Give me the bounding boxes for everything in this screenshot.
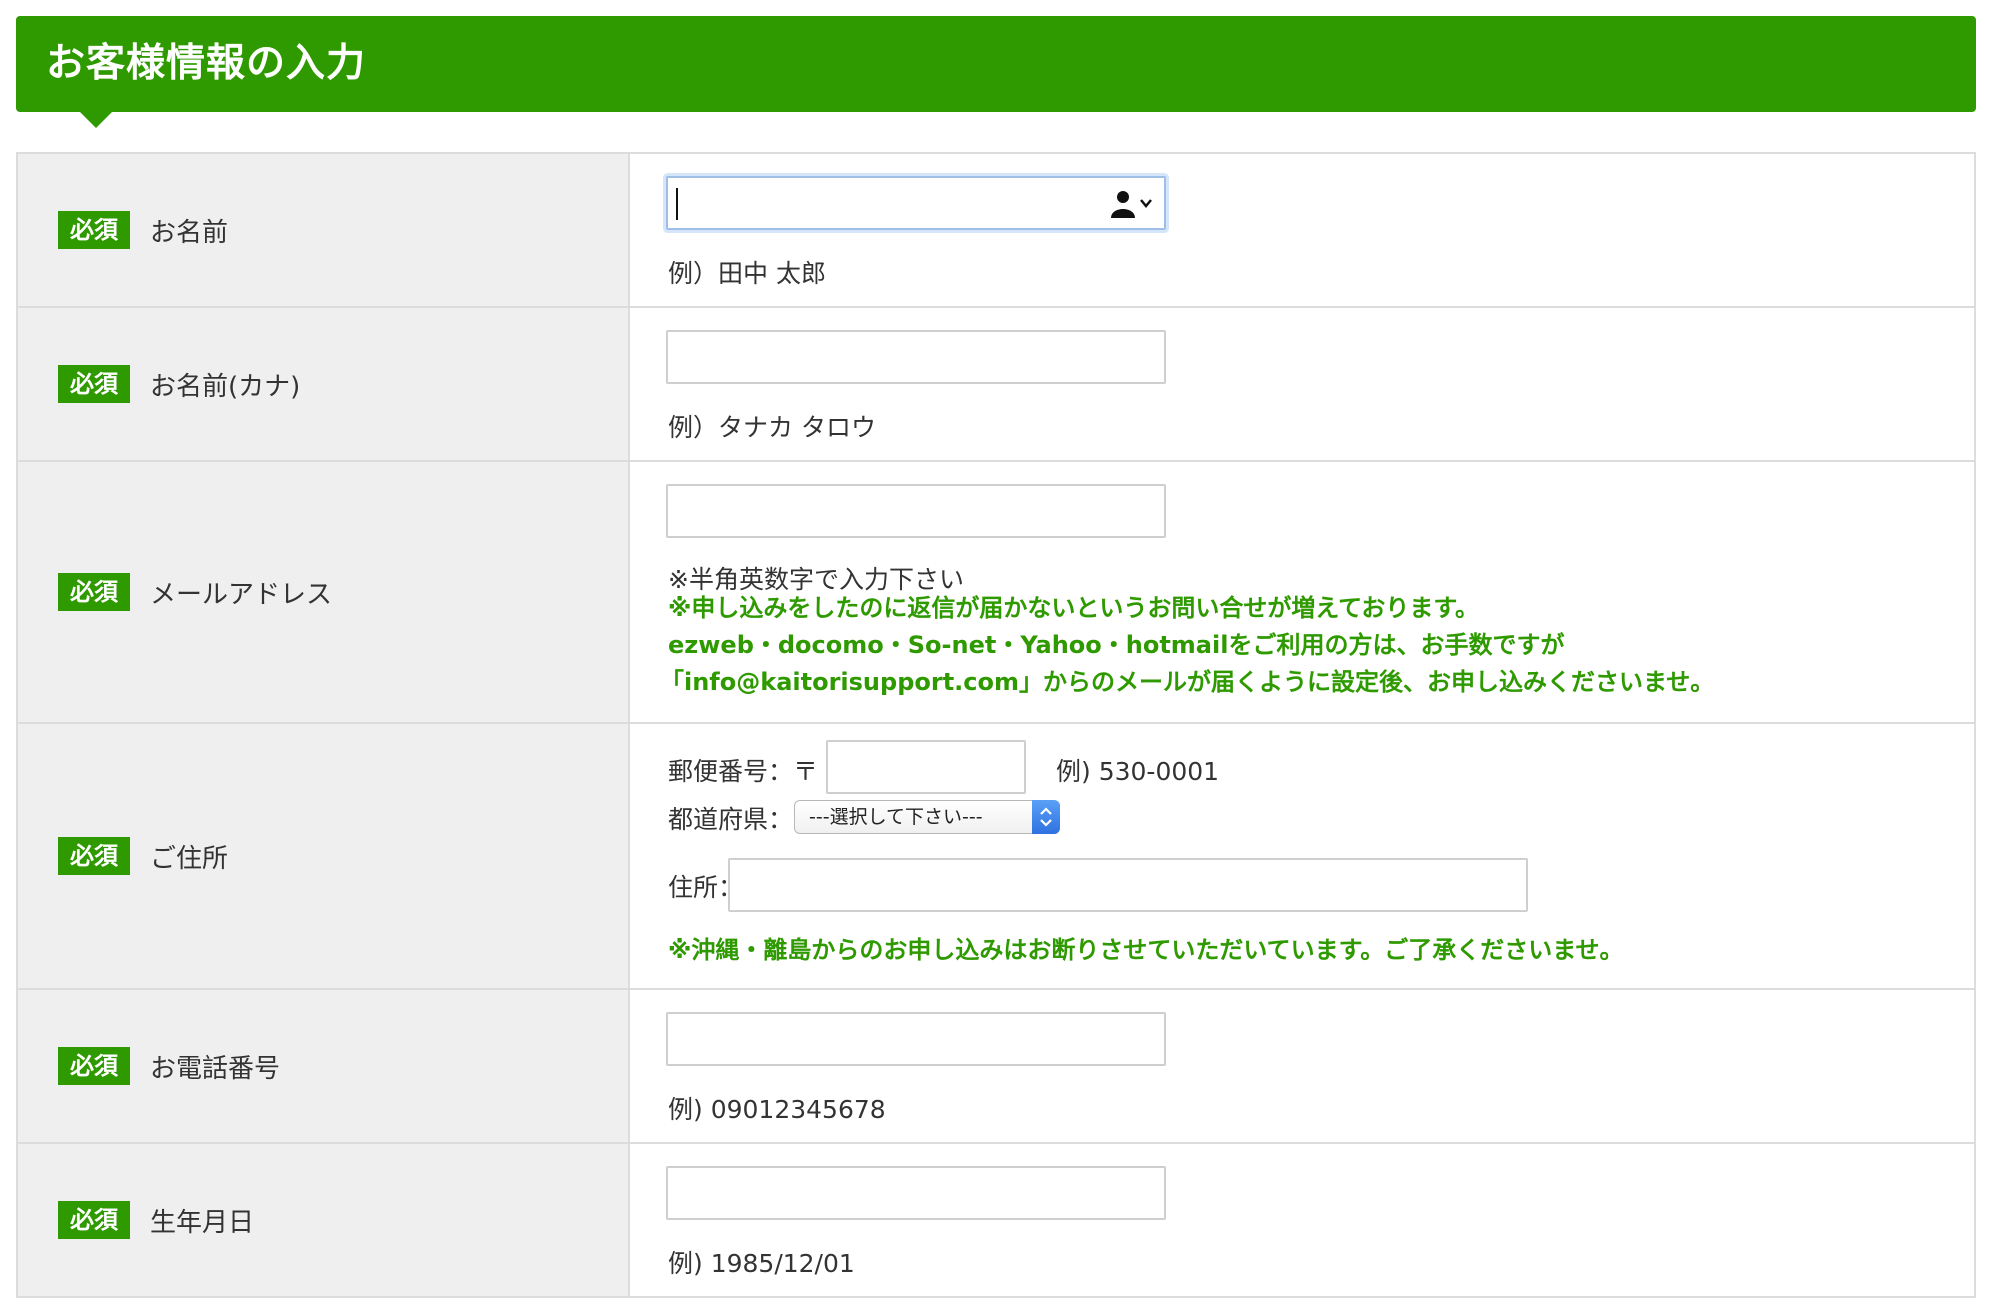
label-cell: 必須 生年月日 [18,1144,630,1296]
email-warning-line-1: ※申し込みをしたのに返信が届かないというお問い合せが増えております。 [668,594,1480,622]
phone-hint: 例) 09012345678 [668,1095,886,1124]
kana-hint: 例）タナカ タロウ [668,413,876,442]
field-cell: 郵便番号：〒 例) 530-0001 都道府県： ---選択して下さい--- 住… [630,724,1974,988]
label-cell: 必須 メールアドレス [18,462,630,722]
form-row-kana: 必須 お名前(カナ) 例）タナカ タロウ [18,308,1974,462]
name-input[interactable] [666,176,1166,230]
address-label: ご住所 [150,843,229,874]
form-row-birthday: 必須 生年月日 例) 1985/12/01 [18,1144,1974,1298]
postal-label: 郵便番号：〒 [668,757,819,786]
street-address-input[interactable] [728,858,1528,912]
prefecture-select[interactable]: ---選択して下さい--- [794,800,1060,834]
phone-label: お電話番号 [150,1053,281,1084]
email-input[interactable] [666,484,1166,538]
postal-code-input[interactable] [826,740,1026,794]
prefecture-selected-value: ---選択して下さい--- [809,806,983,828]
required-badge: 必須 [58,1047,130,1085]
required-badge: 必須 [58,1201,130,1239]
section-title: お客様情報の入力 [46,41,367,86]
label-cell: 必須 お名前(カナ) [18,308,630,460]
field-cell: 例）田中 太郎 [630,154,1974,306]
email-warning-line-2: ezweb・docomo・So-net・Yahoo・hotmailをご利用の方は… [668,631,1565,659]
required-badge: 必須 [58,837,130,875]
birthday-hint: 例) 1985/12/01 [668,1249,855,1278]
email-warning-line-3: 「info@kaitorisupport.com」からのメールが届くように設定後… [660,668,1715,696]
kana-input[interactable] [666,330,1166,384]
form-row-address: 必須 ご住所 郵便番号：〒 例) 530-0001 都道府県： ---選択して下… [18,724,1974,990]
kana-label: お名前(カナ) [150,371,301,402]
customer-form-table: 必須 お名前 例）田中 太郎 必須 お名前(カナ) 例）タナカ タロウ 必須 メ… [16,152,1976,1298]
name-hint: 例）田中 太郎 [668,259,826,288]
required-badge: 必須 [58,573,130,611]
text-caret [676,188,678,220]
phone-input[interactable] [666,1012,1166,1066]
form-row-email: 必須 メールアドレス ※半角英数字で入力下さい ※申し込みをしたのに返信が届かな… [18,462,1974,724]
contact-autofill-icon[interactable] [1106,188,1156,220]
birthday-label: 生年月日 [150,1207,255,1238]
customer-info-page: お客様情報の入力 必須 お名前 例）田中 太郎 必須 お名前(カナ) 例）タナカ… [0,0,1992,1298]
field-cell: 例) 09012345678 [630,990,1974,1142]
section-header: お客様情報の入力 [16,16,1976,112]
address-warning: ※沖縄・離島からのお申し込みはお断りさせていただいています。ご了承くださいませ。 [668,936,1624,964]
form-row-phone: 必須 お電話番号 例) 09012345678 [18,990,1974,1144]
postal-hint: 例) 530-0001 [1056,757,1220,786]
field-cell: ※半角英数字で入力下さい ※申し込みをしたのに返信が届かないというお問い合せが増… [630,462,1974,722]
field-cell: 例) 1985/12/01 [630,1144,1974,1296]
birthday-input[interactable] [666,1166,1166,1220]
label-cell: 必須 お名前 [18,154,630,306]
name-label: お名前 [150,217,229,248]
prefecture-label: 都道府県： [668,805,794,834]
header-pointer-arrow [80,112,112,128]
label-cell: 必須 お電話番号 [18,990,630,1142]
required-badge: 必須 [58,211,130,249]
email-label: メールアドレス [150,579,333,610]
label-cell: 必須 ご住所 [18,724,630,988]
field-cell: 例）タナカ タロウ [630,308,1974,460]
form-row-name: 必須 お名前 例）田中 太郎 [18,154,1974,308]
select-arrows-icon [1032,800,1060,834]
required-badge: 必須 [58,365,130,403]
